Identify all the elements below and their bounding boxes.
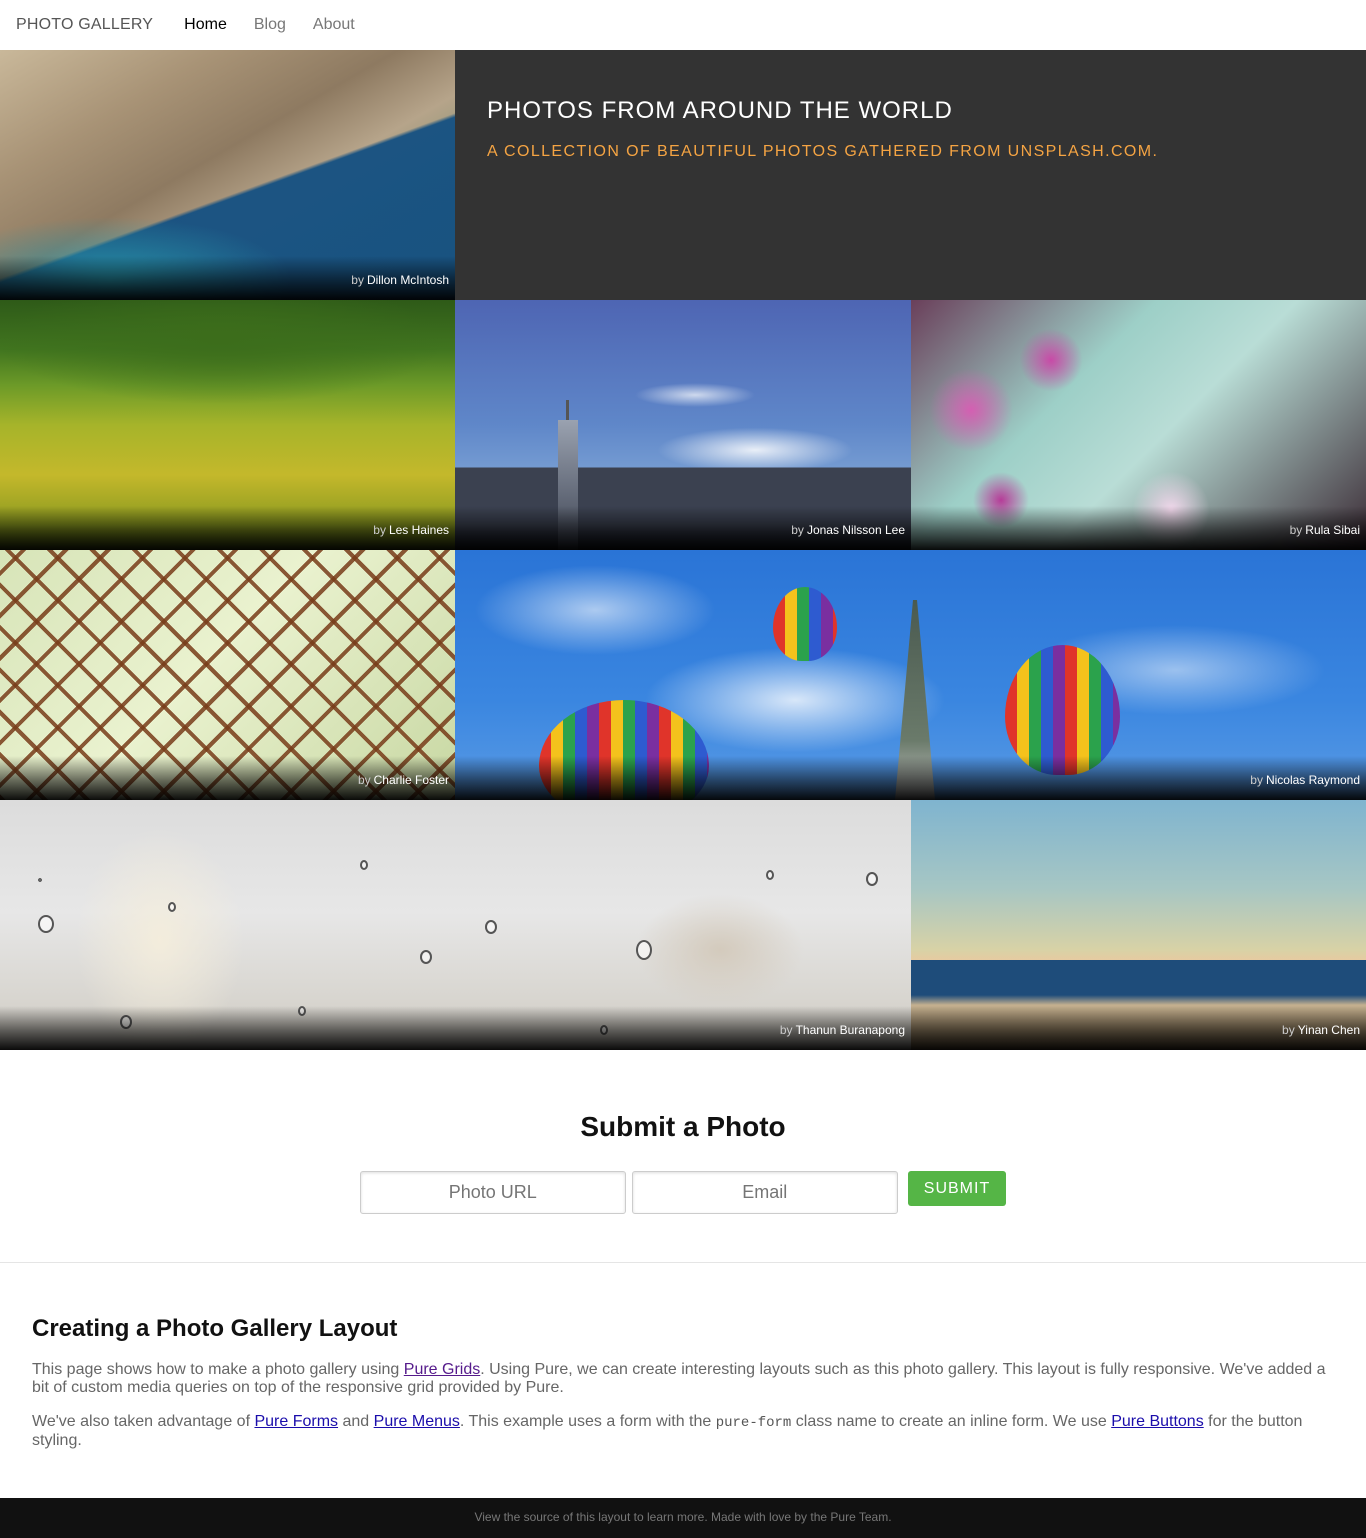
photo-caption: by Les Haines [0,506,455,550]
nav-about[interactable]: About [313,16,355,34]
photo-city: by Jonas Nilsson Lee [455,300,911,550]
header: PHOTO GALLERY Home Blog About [0,0,1366,50]
photo-caption: by Thanun Buranapong [0,1006,911,1050]
content-title: Creating a Photo Gallery Layout [32,1315,398,1342]
submit-form: SUBMIT [0,1171,1366,1214]
raindrop [636,940,652,960]
main-nav: Home Blog About [184,16,382,34]
pure-grids-link[interactable]: Pure Grids [404,1361,480,1378]
photo-coast: by Dillon McIntosh [0,50,455,300]
submit-section: Submit a Photo SUBMIT [0,1050,1366,1263]
caption-by: by [351,273,364,287]
caption-author: Charlie Foster [373,773,449,787]
pure-forms-link[interactable]: Pure Forms [254,1413,338,1430]
balloon-small [773,587,837,661]
intro-panel: PHOTOS FROM AROUND THE WORLD A COLLECTIO… [455,50,1366,300]
caption-by: by [373,523,386,537]
caption-author: Thanun Buranapong [795,1023,905,1037]
text: class name to create an inline form. We … [791,1413,1112,1430]
caption-author: Dillon McIntosh [366,273,449,287]
intro-title: PHOTOS FROM AROUND THE WORLD [487,97,953,124]
intro-subtitle: A COLLECTION OF BEAUTIFUL PHOTOS GATHERE… [487,143,1159,160]
caption-author: Nicolas Raymond [1265,773,1360,787]
pure-menus-link[interactable]: Pure Menus [374,1413,460,1430]
photo-blossom: by Rula Sibai [911,300,1366,550]
photo-gallery: by Dillon McIntosh PHOTOS FROM AROUND TH… [0,50,1366,1050]
pure-buttons-link[interactable]: Pure Buttons [1111,1413,1204,1430]
raindrop [38,915,54,933]
caption-by: by [1289,523,1303,537]
caption-author: Yinan Chen [1297,1023,1360,1037]
photo-caption: by Dillon McIntosh [0,256,455,300]
photo-caption: by Jonas Nilsson Lee [455,506,911,550]
photo-bridge: by Charlie Foster [0,550,455,800]
raindrop [485,920,497,934]
photo-caption: by Yinan Chen [911,1006,1366,1050]
skyline-spire [566,400,569,422]
caption-author: Les Haines [388,523,449,537]
email-input[interactable] [631,1171,898,1214]
photo-balloons: by Nicolas Raymond [455,550,1366,800]
raindrop [866,872,878,886]
nav-home[interactable]: Home [184,16,227,34]
caption-by: by [357,773,371,787]
caption-by: by [1250,773,1263,787]
photo-caption: by Nicolas Raymond [455,756,1366,800]
caption-by: by [791,523,804,537]
photo-caption: by Rula Sibai [911,506,1366,550]
content-paragraph-1: This page shows how to make a photo gall… [32,1361,1334,1397]
raindrop [766,870,774,880]
raindrop [420,950,432,964]
photo-url-input[interactable] [359,1171,626,1214]
content-paragraph-2: We've also taken advantage of Pure Forms… [32,1413,1334,1450]
photo-caption: by Charlie Foster [0,756,455,800]
caption-by: by [779,1023,793,1037]
submit-button[interactable]: SUBMIT [907,1171,1007,1206]
text: This page shows how to make a photo gall… [32,1361,404,1378]
brand-logo[interactable]: PHOTO GALLERY [16,16,153,34]
caption-by: by [1282,1023,1295,1037]
code-snippet: pure-form [715,1415,792,1431]
caption-author: Rula Sibai [1305,523,1360,537]
photo-lake: by Yinan Chen [911,800,1366,1050]
raindrop [360,860,368,870]
text: and [338,1413,374,1430]
raindrop [168,902,176,912]
submit-title: Submit a Photo [580,1111,786,1142]
text: We've also taken advantage of [32,1413,255,1430]
photo-field: by Les Haines [0,300,455,550]
content-section: Creating a Photo Gallery Layout This pag… [0,1263,1366,1498]
caption-author: Jonas Nilsson Lee [806,523,905,537]
photo-rain: by Thanun Buranapong [0,800,911,1050]
footer-text: View the source of this layout to learn … [474,1510,892,1524]
text: . This example uses a form with the [459,1413,716,1430]
footer: View the source of this layout to learn … [0,1498,1366,1538]
nav-blog[interactable]: Blog [254,16,286,34]
